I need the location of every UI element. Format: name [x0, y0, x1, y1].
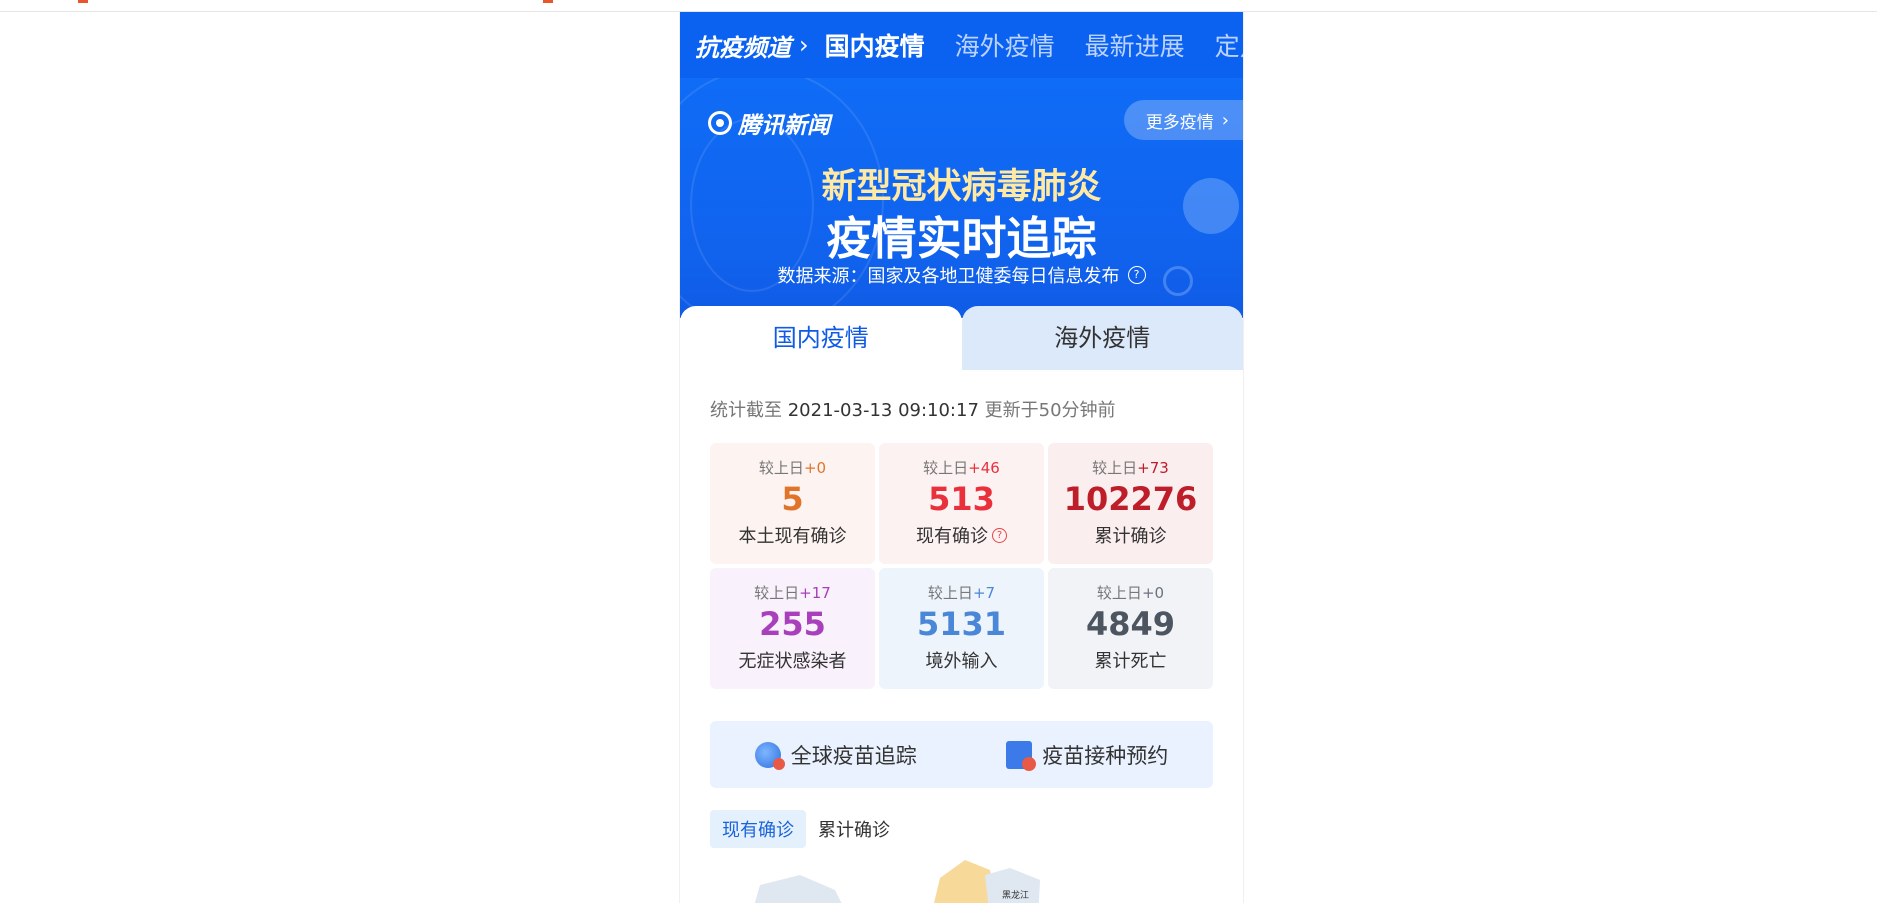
nav-tab-latest[interactable]: 最新进展 — [1085, 27, 1185, 63]
globe-icon — [754, 741, 785, 770]
more-epidemic-button[interactable]: 更多疫情 › — [1123, 100, 1243, 140]
tab-favicon-mark — [543, 0, 553, 3]
tab-domestic[interactable]: 国内疫情 — [680, 306, 962, 370]
stat-label: 现有确诊? — [879, 522, 1044, 548]
hero-banner: 腾讯新闻 更多疫情 › 新型冠状病毒肺炎 疫情实时追踪 数据来源：国家及各地卫健… — [680, 78, 1243, 318]
stat-delta-label: 较上日 — [927, 584, 973, 602]
channel-link[interactable]: 抗疫频道 › — [695, 28, 825, 63]
stats-time-prefix: 统计截至 — [710, 400, 782, 421]
stat-label: 无症状感染者 — [710, 647, 875, 673]
stat-delta-label: 较上日 — [754, 584, 800, 602]
mobile-page: 抗疫频道 › 国内疫情 海外疫情 最新进展 定点 腾讯新闻 更多疫情 › 新型冠… — [679, 12, 1244, 903]
stat-label-text: 累计确诊 — [1094, 526, 1167, 547]
stat-value: 4849 — [1085, 605, 1176, 643]
stat-label-text: 本土现有确诊 — [738, 526, 847, 547]
stat-card: 较上日+46 513 现有确诊? — [879, 443, 1044, 564]
stat-delta: 较上日+73 — [1048, 457, 1213, 478]
stat-value: 5131 — [916, 605, 1007, 643]
stat-delta: 较上日+46 — [879, 457, 1044, 478]
china-map[interactable]: 黑龙江 — [740, 840, 1140, 903]
stat-value: 513 — [928, 480, 995, 518]
more-button-label: 更多疫情 — [1145, 112, 1214, 133]
vaccine-bar: 全球疫苗追踪 疫苗接种预约 — [710, 721, 1213, 788]
stat-delta-value: +73 — [1137, 459, 1169, 477]
stat-delta-value: +7 — [972, 584, 996, 602]
tab-favicon-mark — [78, 0, 88, 3]
stat-label-text: 现有确诊 — [916, 526, 988, 547]
stat-card: 较上日+0 4849 累计死亡 — [1048, 568, 1213, 689]
stat-delta: 较上日+17 — [710, 582, 875, 603]
vaccine-appointment-link[interactable]: 疫苗接种预约 — [962, 740, 1214, 771]
data-source: 数据来源：国家及各地卫健委每日信息发布 ? — [680, 262, 1243, 288]
stat-delta-value: +17 — [799, 584, 831, 602]
vaccine-tracking-link[interactable]: 全球疫苗追踪 — [710, 740, 962, 770]
stat-delta-value: +46 — [968, 459, 1000, 477]
logo-text: 腾讯新闻 — [738, 113, 830, 139]
tab-overseas[interactable]: 海外疫情 — [961, 306, 1243, 370]
stat-card: 较上日+7 5131 境外输入 — [879, 568, 1044, 689]
map-region — [934, 860, 995, 903]
stat-delta-label: 较上日 — [923, 459, 969, 477]
banner-title-line2: 疫情实时追踪 — [826, 212, 1097, 265]
vaccine-tracking-label: 全球疫苗追踪 — [790, 743, 917, 768]
stat-card: 较上日+73 102276 累计确诊 — [1048, 443, 1213, 564]
stat-delta-value: +0 — [1141, 584, 1165, 602]
stat-delta: 较上日+7 — [879, 582, 1044, 603]
stat-label-text: 境外输入 — [925, 651, 998, 672]
stat-delta-label: 较上日 — [758, 459, 804, 477]
map-region-label: 黑龙江 — [1002, 889, 1029, 901]
stat-card: 较上日+0 5 本土现有确诊 — [710, 443, 875, 564]
map-region — [754, 875, 842, 903]
stat-value: 102276 — [1063, 480, 1198, 518]
stat-label: 境外输入 — [879, 647, 1044, 673]
stat-delta-label: 较上日 — [1096, 584, 1142, 602]
help-icon[interactable]: ? — [1127, 266, 1146, 284]
stat-delta-label: 较上日 — [1092, 459, 1138, 477]
stat-delta: 较上日+0 — [1048, 582, 1213, 603]
help-icon[interactable]: ? — [992, 527, 1007, 543]
browser-top-strip — [0, 0, 1877, 12]
tencent-news-icon — [708, 111, 732, 135]
chevron-right-icon: › — [799, 31, 809, 59]
nav-tab-domestic[interactable]: 国内疫情 — [825, 27, 925, 63]
nav-tab-overseas[interactable]: 海外疫情 — [955, 27, 1055, 63]
tencent-news-logo: 腾讯新闻 — [708, 106, 830, 140]
stats-datetime: 2021-03-13 09:10:17 — [787, 400, 979, 421]
stat-card: 较上日+17 255 无症状感染者 — [710, 568, 875, 689]
chevron-right-icon: › — [1221, 109, 1229, 131]
nav-tab-designated[interactable]: 定点 — [1215, 27, 1243, 63]
hospital-icon — [1006, 740, 1037, 771]
channel-nav: 抗疫频道 › 国内疫情 海外疫情 最新进展 定点 — [680, 12, 1243, 78]
stat-label: 累计死亡 — [1048, 647, 1213, 673]
stat-label: 本土现有确诊 — [710, 522, 875, 548]
stats-timestamp: 统计截至 2021-03-13 09:10:17 更新于50分钟前 — [710, 396, 1116, 422]
data-source-text: 数据来源：国家及各地卫健委每日信息发布 — [777, 266, 1120, 287]
stats-updated: 更新于50分钟前 — [984, 400, 1116, 421]
stat-delta: 较上日+0 — [710, 457, 875, 478]
vaccine-appointment-label: 疫苗接种预约 — [1042, 743, 1169, 768]
region-tabs: 国内疫情 海外疫情 — [680, 306, 1243, 370]
stat-label-text: 无症状感染者 — [738, 651, 847, 672]
stat-label-text: 累计死亡 — [1094, 651, 1167, 672]
stat-delta-value: +0 — [803, 459, 827, 477]
stats-grid: 较上日+0 5 本土现有确诊 较上日+46 513 现有确诊? 较上日+73 102276 累计… — [710, 443, 1213, 689]
stat-value: 5 — [781, 480, 804, 518]
stat-value: 255 — [759, 605, 826, 643]
stat-label: 累计确诊 — [1048, 522, 1213, 548]
channel-label: 抗疫频道 — [695, 33, 791, 62]
